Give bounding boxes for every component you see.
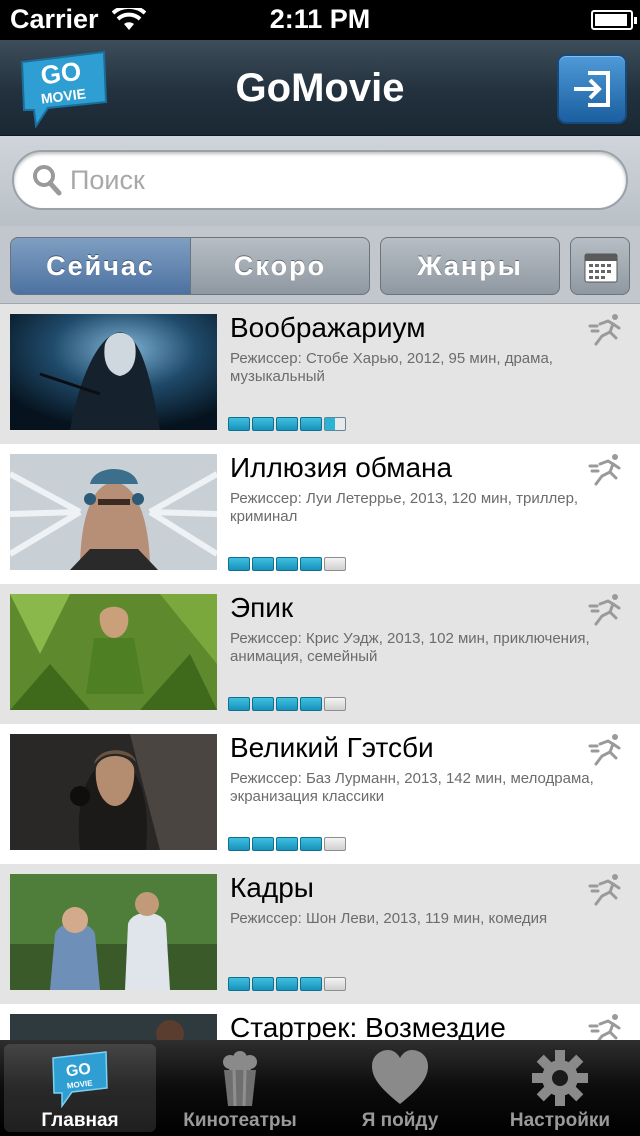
rating-star [252, 557, 274, 571]
status-bar: Carrier 2:11 PM [0, 0, 640, 40]
tab-cinemas[interactable]: Кинотеатры [160, 1040, 320, 1136]
movie-poster [10, 314, 217, 430]
page-title: GoMovie [235, 66, 405, 110]
rating-star [300, 417, 322, 431]
rating-star [252, 697, 274, 711]
rating-star [300, 977, 322, 991]
rating-star [228, 837, 250, 851]
going-runner-icon[interactable] [588, 452, 624, 486]
movie-poster [10, 594, 217, 710]
movie-info: Режиссер: Баз Лурманн, 2013, 142 мин, ме… [230, 770, 594, 805]
movie-row[interactable]: Стартрек: Возмездие [0, 1004, 640, 1040]
going-runner-icon[interactable] [588, 732, 624, 766]
segment-now[interactable]: Сейчас [10, 237, 191, 295]
segment-soon[interactable]: Скоро [190, 237, 370, 295]
rating-bar [228, 837, 346, 851]
rating-star [276, 697, 298, 711]
movie-info: Режиссер: Крис Уэдж, 2013, 102 мин, прик… [230, 630, 590, 665]
rating-star [228, 557, 250, 571]
movie-title: Иллюзия обмана [230, 452, 453, 483]
rating-star [324, 417, 346, 431]
rating-star [324, 557, 346, 571]
tab-label: Настройки [509, 1110, 611, 1131]
tab-label: Кинотеатры [183, 1110, 297, 1131]
movie-info: Режиссер: Стобе Харью, 2012, 95 мин, дра… [230, 350, 553, 385]
calendar-button[interactable] [570, 237, 630, 295]
rating-star [324, 977, 346, 991]
movie-row[interactable]: Великий Гэтсби Режиссер: Баз Лурманн, 20… [0, 724, 640, 864]
tab-settings[interactable]: Настройки [480, 1040, 640, 1136]
rating-star [300, 837, 322, 851]
login-icon [574, 71, 610, 107]
rating-star [300, 697, 322, 711]
movie-row[interactable]: Эпик Режиссер: Крис Уэдж, 2013, 102 мин,… [0, 584, 640, 724]
movie-row[interactable]: Кадры Режиссер: Шон Леви, 2013, 119 мин,… [0, 864, 640, 1004]
movie-poster [10, 734, 217, 850]
login-button[interactable] [557, 54, 627, 124]
search-input[interactable] [70, 162, 590, 198]
rating-star [324, 697, 346, 711]
movie-title: Кадры [230, 872, 314, 903]
movie-poster [10, 1014, 217, 1040]
rating-star [276, 417, 298, 431]
going-runner-icon[interactable] [588, 592, 624, 626]
movie-title: Великий Гэтсби [230, 732, 434, 763]
tab-bar: GO MOVIE Главная Кинотеатры Я пойду Наст… [0, 1040, 640, 1136]
search-bar [0, 136, 640, 226]
rating-star [300, 557, 322, 571]
movie-list[interactable]: Воображариум Режиссер: Стобе Харью, 2012… [0, 304, 640, 1040]
movie-info: Режиссер: Луи Летеррье, 2013, 120 мин, т… [230, 490, 579, 525]
movie-info: Режиссер: Шон Леви, 2013, 119 мин, комед… [230, 910, 548, 927]
popcorn-icon [223, 1051, 257, 1107]
rating-star [228, 417, 250, 431]
rating-star [228, 977, 250, 991]
search-icon [33, 165, 62, 196]
movie-title: Эпик [230, 592, 294, 623]
movie-row[interactable]: Иллюзия обмана Режиссер: Луи Летеррье, 2… [0, 444, 640, 584]
movie-title: Стартрек: Возмездие [230, 1012, 506, 1040]
going-runner-icon[interactable] [588, 872, 624, 906]
svg-text:GO: GO [65, 1061, 92, 1081]
tab-label: Я пойду [361, 1110, 439, 1131]
movie-poster [10, 454, 217, 570]
rating-star [324, 837, 346, 851]
battery-icon [591, 10, 637, 30]
rating-star [252, 417, 274, 431]
rating-star [252, 977, 274, 991]
rating-star [228, 697, 250, 711]
status-time: 2:11 PM [269, 4, 371, 34]
tab-home[interactable]: GO MOVIE Главная [0, 1040, 160, 1136]
rating-star [276, 837, 298, 851]
rating-star [252, 837, 274, 851]
tab-going[interactable]: Я пойду [320, 1040, 480, 1136]
rating-bar [228, 697, 346, 711]
movie-title: Воображариум [230, 312, 426, 343]
filter-bar: Сейчас Скоро Жанры [0, 226, 640, 304]
heart-icon [372, 1050, 428, 1104]
search-field[interactable] [12, 150, 628, 210]
movie-row[interactable]: Воображариум Режиссер: Стобе Харью, 2012… [0, 304, 640, 444]
rating-star [276, 557, 298, 571]
rating-bar [228, 417, 346, 431]
rating-star [276, 977, 298, 991]
gear-icon [532, 1050, 588, 1106]
tab-label: Главная [41, 1110, 119, 1131]
genres-button[interactable]: Жанры [380, 237, 560, 295]
rating-bar [228, 977, 346, 991]
calendar-icon [584, 253, 618, 283]
going-runner-icon[interactable] [588, 1012, 624, 1040]
rating-bar [228, 557, 346, 571]
going-runner-icon[interactable] [588, 312, 624, 346]
movie-poster [10, 874, 217, 990]
nav-bar: GO MOVIE GoMovie [0, 40, 640, 136]
gomovie-logo-icon: GO MOVIE [52, 1051, 108, 1108]
